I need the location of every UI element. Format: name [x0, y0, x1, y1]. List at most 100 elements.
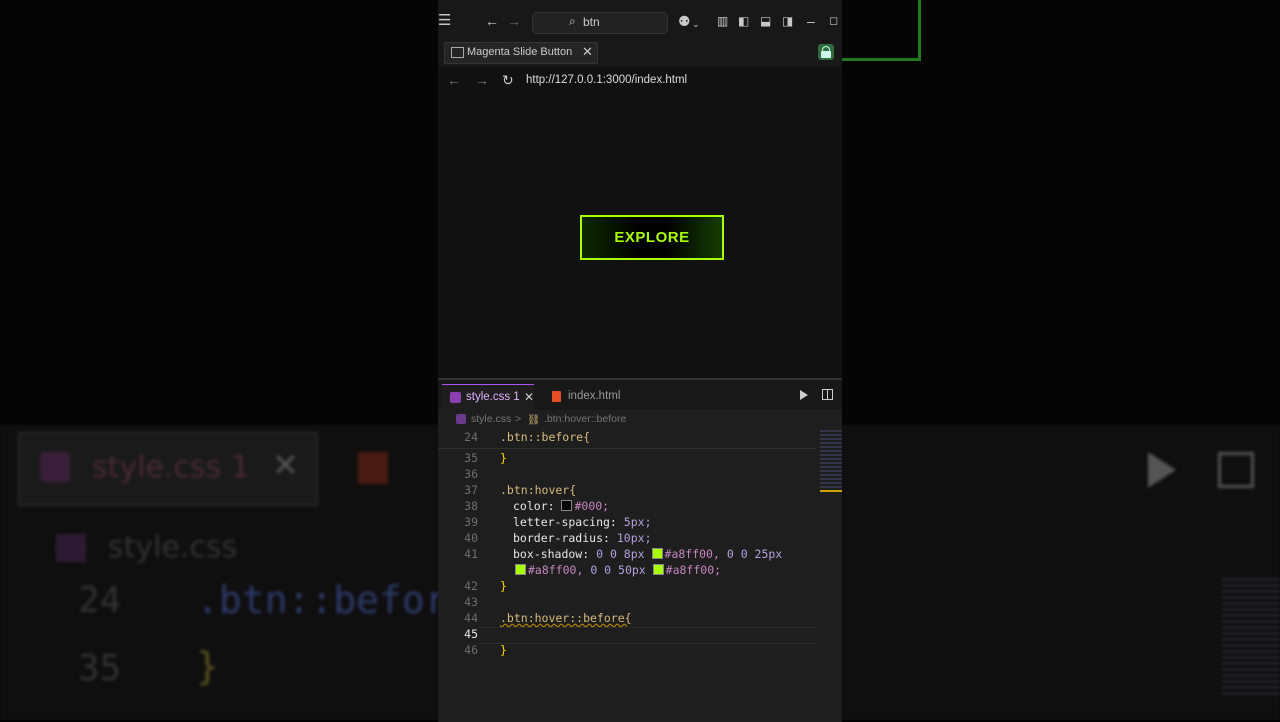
background-tab-label: style.css 1: [92, 450, 250, 485]
line-number: 36: [464, 467, 478, 481]
browser-tab[interactable]: Magenta Slide Button ✕: [444, 42, 598, 64]
browser-address-bar: ← → ↻ http://127.0.0.1:3000/index.html: [438, 66, 842, 96]
line-number: 41: [464, 547, 478, 561]
line-content: border-radius: 10px;: [513, 531, 652, 545]
close-icon[interactable]: ✕: [524, 390, 534, 404]
breadcrumb-separator: >: [515, 413, 522, 425]
copilot-icon[interactable]: ⚉: [678, 12, 691, 30]
line-content: .btn:hover{: [500, 483, 577, 497]
back-arrow-icon[interactable]: ←: [485, 12, 499, 30]
line-number: 37: [464, 483, 478, 497]
search-icon: ⌕: [569, 14, 576, 28]
breadcrumb-file[interactable]: style.css: [471, 413, 511, 425]
symbol-icon: ⛓: [527, 414, 541, 426]
background-code-brace: }: [196, 644, 219, 688]
toggle-secondary-sidebar-icon[interactable]: ◨: [782, 12, 793, 30]
code-editor: style.css 1 ✕ index.html style.css > ⛓ .…: [438, 378, 842, 722]
minimap[interactable]: [820, 430, 842, 492]
color-swatch[interactable]: [561, 500, 573, 511]
html-file-icon: [552, 391, 561, 402]
code-line: 39 letter-spacing: 5px;: [438, 515, 816, 531]
customize-layout-icon[interactable]: ▥: [717, 12, 728, 30]
browser-forward-icon[interactable]: →: [475, 72, 489, 88]
code-line: 36: [438, 467, 816, 483]
line-content: }: [500, 643, 507, 657]
explore-button[interactable]: EXPLORE: [580, 215, 724, 260]
browser-viewport: EXPLORE: [438, 96, 842, 378]
background-play-icon: [1148, 452, 1176, 488]
line-number: 45: [464, 627, 478, 641]
code-line: 38 color: #000;: [438, 499, 816, 515]
background-split-icon: [1218, 452, 1254, 488]
background-html-icon: [358, 452, 388, 484]
tab-label: index.html: [568, 390, 621, 402]
line-content: }: [500, 451, 507, 465]
line-content: letter-spacing: 5px;: [513, 515, 652, 529]
background-css-icon: [40, 452, 70, 482]
color-swatch[interactable]: [652, 564, 664, 575]
code-line: 46 }: [438, 643, 816, 659]
background-breadcrumb-icon: [56, 534, 86, 562]
code-line: 44 .btn:hover::before{: [438, 611, 816, 627]
line-content: color: #000;: [513, 499, 610, 513]
browser-back-icon[interactable]: ←: [447, 72, 461, 88]
code-line: 41 box-shadow: 0 0 8px #a8ff00, 0 0 25px: [438, 547, 816, 563]
split-editor-icon[interactable]: [822, 389, 833, 400]
background-minimap: [1222, 578, 1280, 698]
lock-icon[interactable]: [818, 44, 834, 60]
line-content: box-shadow: 0 0 8px #a8ff00, 0 0 25px: [513, 547, 783, 561]
browser-tab-title: Magenta Slide Button: [467, 46, 573, 58]
code-line: #a8ff00, 0 0 50px #a8ff00;: [438, 563, 816, 579]
background-close-icon: ✕: [272, 447, 299, 483]
css-file-icon: [450, 392, 461, 403]
tab-label: style.css 1: [466, 391, 520, 403]
maximize-icon[interactable]: ◻: [829, 12, 838, 30]
forward-arrow-icon[interactable]: →: [507, 12, 521, 30]
current-line-highlight: [478, 627, 816, 644]
code-line: 35 }: [438, 451, 816, 467]
code-area[interactable]: 24 .btn::before{ 35 } 36 37 .btn:hover{ …: [438, 430, 842, 722]
simple-browser-tab-bar: Magenta Slide Button ✕: [438, 42, 842, 66]
minimize-icon[interactable]: –: [807, 12, 815, 30]
code-line: 42 }: [438, 579, 816, 595]
line-content: .btn:hover::before{: [500, 611, 632, 625]
line-number: 44: [464, 611, 478, 625]
line-number: 46: [464, 643, 478, 657]
line-content: .btn::before{: [500, 430, 591, 444]
reload-icon[interactable]: ↻: [502, 72, 514, 89]
breadcrumb-symbol[interactable]: .btn:hover::before: [544, 413, 626, 425]
toggle-primary-sidebar-icon[interactable]: ◧: [738, 12, 749, 30]
line-number: 38: [464, 499, 478, 513]
line-number: 42: [464, 579, 478, 593]
line-number: 40: [464, 531, 478, 545]
color-swatch[interactable]: [515, 564, 526, 575]
css-file-icon: [456, 414, 466, 424]
minimap-scroll-indicator: [820, 490, 842, 492]
browser-page-icon: [451, 47, 464, 58]
chevron-down-icon[interactable]: ⌄: [692, 15, 700, 33]
editor-tab-bar: style.css 1 ✕ index.html: [438, 380, 842, 411]
code-line: 24 .btn::before{: [438, 430, 816, 446]
run-icon[interactable]: [800, 390, 808, 400]
command-center-search[interactable]: ⌕ btn: [532, 12, 668, 34]
line-number: 24: [464, 430, 478, 444]
sticky-scroll-divider: [438, 448, 816, 449]
line-number: 39: [464, 515, 478, 529]
background-editor-band-right: [842, 425, 1280, 720]
search-text: btn: [583, 15, 600, 29]
toggle-panel-icon[interactable]: ⬓: [760, 12, 771, 30]
line-number: 43: [464, 595, 478, 609]
tab-style-css[interactable]: style.css 1 ✕: [442, 384, 534, 411]
background-line-number: 24: [78, 580, 122, 621]
vscode-window: ☰ ← → ⌕ btn ⚉ ⌄ ▥ ◧ ⬓ ◨ – ◻ Magenta Slid…: [438, 0, 842, 722]
line-content: }: [500, 579, 507, 593]
color-swatch[interactable]: [651, 548, 663, 559]
line-number: 35: [464, 451, 478, 465]
close-icon[interactable]: ✕: [582, 44, 593, 60]
code-line-current: 45: [438, 627, 816, 644]
background-line-number: 35: [78, 648, 122, 689]
tab-index-html[interactable]: index.html: [544, 384, 634, 410]
background-breadcrumb: style.css: [108, 530, 238, 565]
menu-icon[interactable]: ☰: [438, 12, 452, 30]
url-field[interactable]: http://127.0.0.1:3000/index.html: [526, 74, 687, 86]
